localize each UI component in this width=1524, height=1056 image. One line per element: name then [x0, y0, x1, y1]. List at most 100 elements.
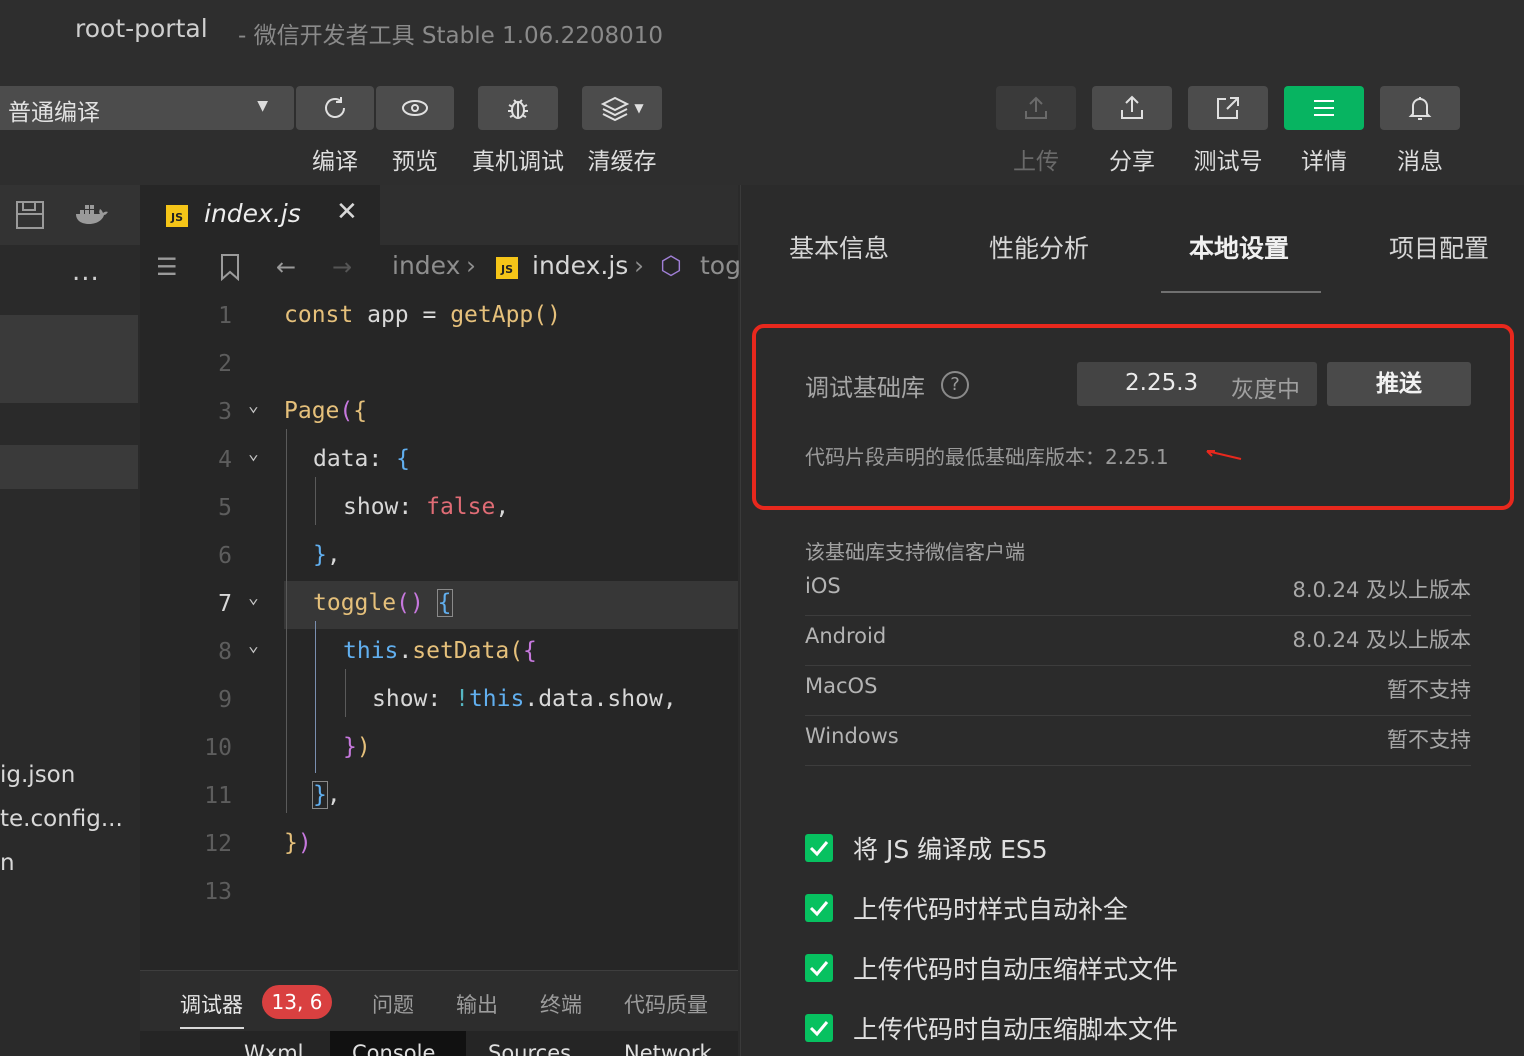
tab-label: index.js [204, 199, 301, 228]
title-bar: root-portal - 微信开发者工具 Stable 1.06.220801… [0, 0, 1524, 64]
code-line: 7 ⌄ toggle() { [140, 581, 738, 629]
lib-version-select[interactable]: 2.25.3 灰度中 [1077, 362, 1317, 406]
subtab-sources[interactable]: Sources [488, 1041, 571, 1056]
details-button[interactable] [1284, 86, 1364, 130]
remote-debug-label: 真机调试 [472, 149, 564, 175]
preview-label: 预览 [392, 149, 438, 175]
active-tab-underline [180, 1027, 244, 1029]
debugger-panel: 调试器 13, 6 问题 输出 终端 代码质量 Wxml Console Sou… [140, 970, 738, 1056]
bell-icon [1408, 97, 1432, 120]
external-link-icon [1217, 97, 1239, 119]
chevron-down-icon[interactable]: ⌄ [248, 587, 259, 608]
app-version-title: - 微信开发者工具 Stable 1.06.2208010 [238, 23, 664, 49]
tab-basic-info[interactable]: 基本信息 [789, 229, 889, 265]
breadcrumb-item[interactable]: tog [700, 251, 741, 280]
subtab-wxml[interactable]: Wxml [244, 1041, 303, 1056]
line-number: 12 [204, 831, 232, 857]
chevron-down-icon[interactable]: ⌄ [248, 443, 259, 464]
code-line: 10 }) [140, 725, 738, 773]
details-label: 详情 [1301, 149, 1347, 175]
file-item[interactable]: n [0, 850, 15, 876]
line-number: 10 [204, 735, 232, 761]
option-label: 上传代码时自动压缩样式文件 [853, 955, 1179, 984]
editor-tabs: JS index.js ✕ [140, 185, 738, 245]
compile-button[interactable] [296, 86, 374, 130]
preview-button[interactable] [376, 86, 454, 130]
messages-button[interactable] [1380, 86, 1460, 130]
breadcrumb-item[interactable]: index [392, 251, 460, 280]
code-line: 5 show: false, [140, 485, 738, 533]
bookmark-icon[interactable] [218, 253, 242, 287]
code-line: 3 ⌄ Page({ [140, 389, 738, 437]
share-icon [1121, 95, 1143, 119]
indent-guide [345, 669, 346, 717]
chevron-down-icon[interactable]: ⌄ [248, 395, 259, 416]
compile-mode-select[interactable]: 普通编译 ▼ [0, 86, 294, 130]
test-account-button[interactable] [1188, 86, 1268, 130]
checkbox[interactable] [805, 954, 833, 982]
share-button[interactable] [1092, 86, 1172, 130]
subtab-console[interactable]: Console [352, 1041, 435, 1056]
option-label: 上传代码时自动压缩脚本文件 [853, 1015, 1179, 1044]
more-icon[interactable]: ... [72, 257, 100, 287]
compile-mode-label: 普通编译 [8, 100, 100, 126]
line-number: 1 [218, 303, 232, 329]
chevron-down-icon[interactable]: ⌄ [248, 635, 259, 656]
close-icon[interactable]: ✕ [336, 197, 358, 227]
caret-down-icon: ▼ [634, 101, 644, 115]
eye-icon [402, 100, 428, 116]
sidebar-selected-group [0, 315, 138, 403]
os-support-value: 8.0.24 及以上版本 [1292, 578, 1471, 602]
os-support-value: 暂不支持 [1387, 678, 1471, 702]
upload-button[interactable] [996, 86, 1076, 130]
red-arrow-annotation [1206, 450, 1242, 460]
tab-project-config[interactable]: 项目配置 [1389, 229, 1489, 265]
line-number: 9 [218, 687, 232, 713]
line-number: 5 [218, 495, 232, 521]
chevron-right-icon: › [634, 251, 644, 280]
file-item[interactable]: ig.json [0, 762, 75, 788]
os-name: iOS [805, 574, 841, 598]
checkbox[interactable] [805, 894, 833, 922]
tab-output[interactable]: 输出 [456, 989, 498, 1019]
support-row: MacOS 暂不支持 [805, 666, 1471, 716]
support-row: Android 8.0.24 及以上版本 [805, 616, 1471, 666]
line-number: 13 [204, 879, 232, 905]
bug-icon [508, 99, 528, 119]
breadcrumb: ☰ ← → index › JS index.js › ⬡ tog [140, 245, 741, 293]
tab-debugger[interactable]: 调试器 [180, 989, 243, 1019]
breadcrumb-item[interactable]: index.js [532, 251, 628, 280]
indent-guide [286, 429, 287, 813]
sidebar-selected-item[interactable] [0, 445, 138, 489]
lib-version-value: 2.25.3 [1125, 370, 1199, 396]
tab-terminal[interactable]: 终端 [540, 989, 582, 1019]
save-icon[interactable] [14, 199, 46, 235]
remote-debug-button[interactable] [478, 86, 558, 130]
code-editor: JS index.js ✕ ☰ ← → index › JS index.js … [140, 185, 741, 970]
outline-icon[interactable]: ☰ [156, 253, 178, 281]
clear-cache-button[interactable]: ▼ [582, 86, 662, 130]
tab-local-settings[interactable]: 本地设置 [1189, 229, 1289, 265]
docker-icon[interactable] [74, 199, 110, 235]
js-file-icon: JS [496, 257, 518, 279]
code-line: 8 ⌄ this.setData({ [140, 629, 738, 677]
forward-arrow-icon[interactable]: → [332, 253, 352, 281]
checkbox[interactable] [805, 1014, 833, 1042]
code-line: 12 }) [140, 821, 738, 869]
back-arrow-icon[interactable]: ← [276, 253, 296, 281]
tab-problems[interactable]: 问题 [372, 989, 414, 1019]
tab-code-quality[interactable]: 代码质量 [624, 989, 708, 1019]
tab-performance[interactable]: 性能分析 [989, 229, 1089, 265]
tab-index-js[interactable]: JS index.js ✕ [140, 185, 380, 245]
push-button[interactable]: 推送 [1327, 362, 1471, 406]
menu-icon [1314, 100, 1334, 116]
help-icon[interactable]: ? [941, 371, 969, 399]
file-item[interactable]: te.config... [0, 806, 123, 832]
devtools-subtabs: Wxml Console Sources Network [140, 1031, 738, 1056]
code-line: 4 ⌄ data: { [140, 437, 738, 485]
checkbox[interactable] [805, 834, 833, 862]
test-account-label: 测试号 [1193, 149, 1263, 175]
min-lib-version-note: 代码片段声明的最低基础库版本：2.25.1 [805, 445, 1169, 469]
caret-down-icon: ▼ [257, 98, 268, 114]
subtab-network[interactable]: Network [624, 1041, 712, 1056]
